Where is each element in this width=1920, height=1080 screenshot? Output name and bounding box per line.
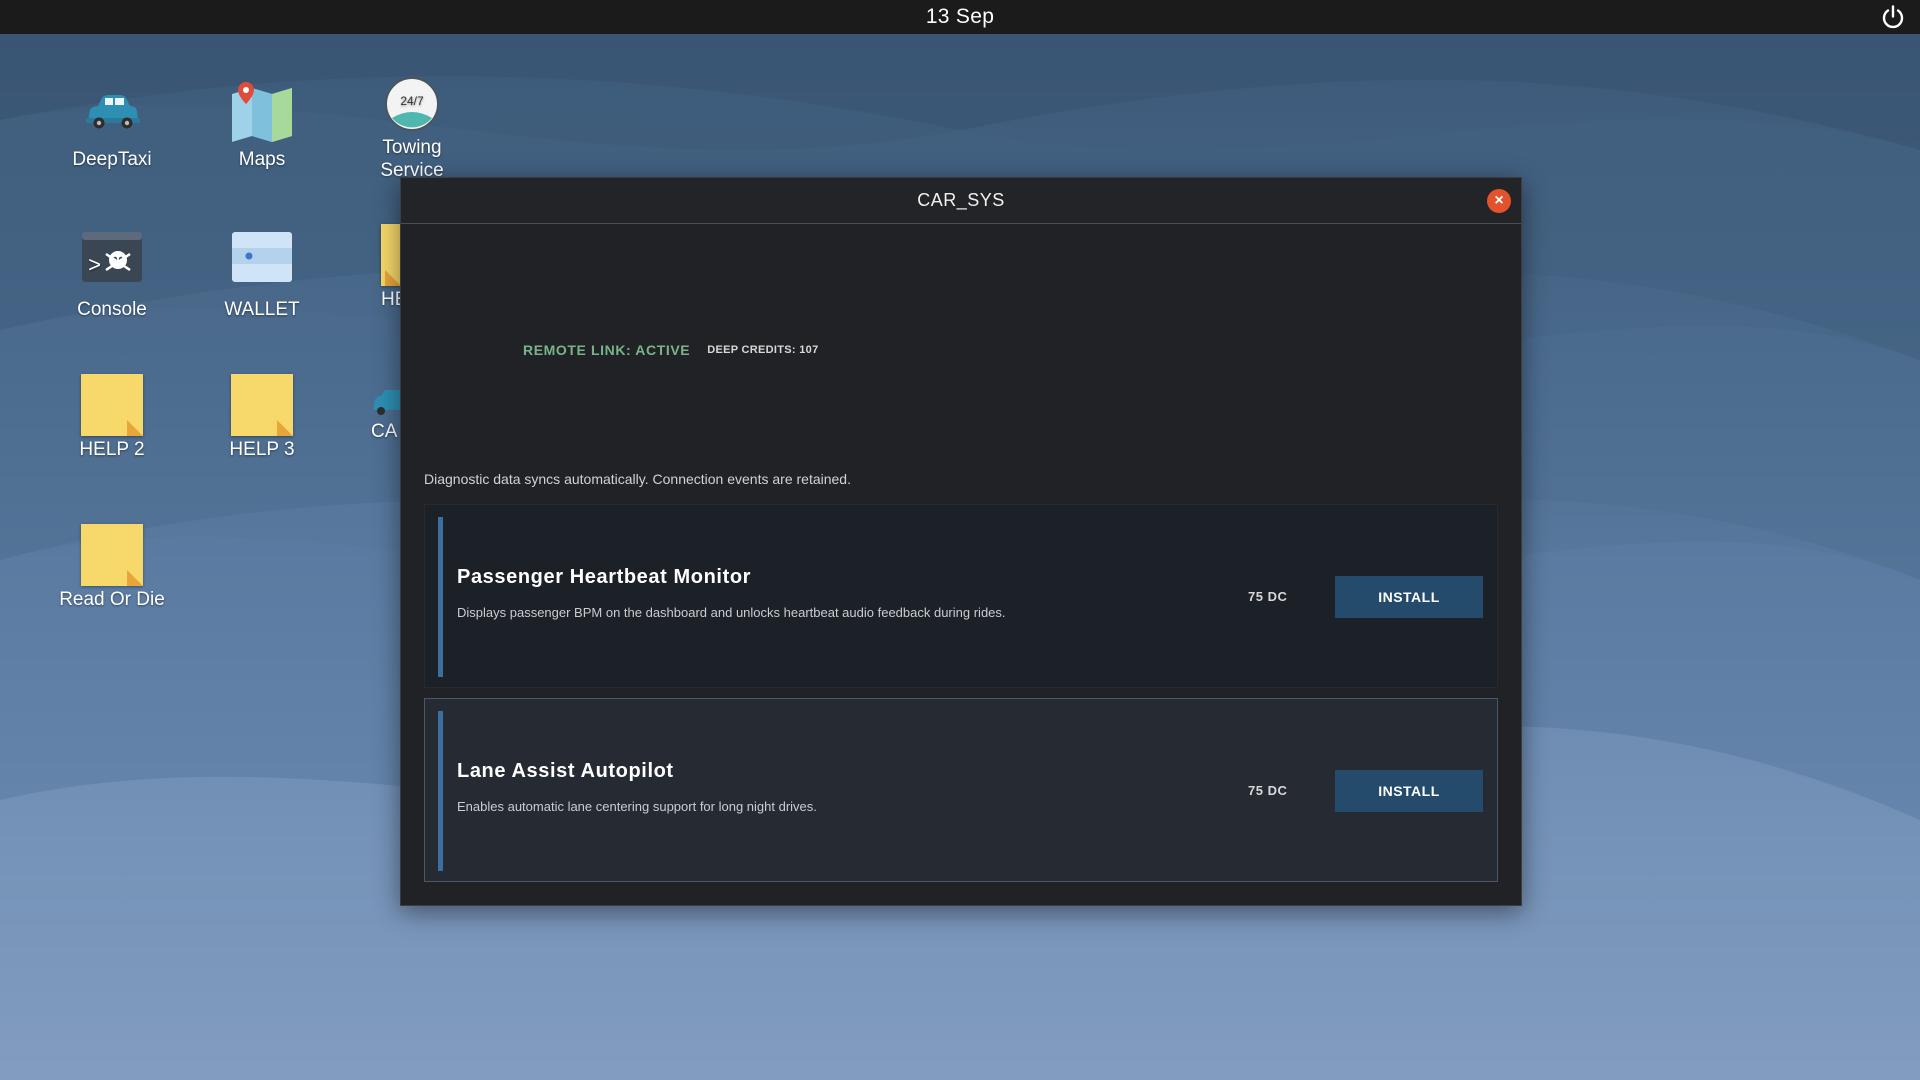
car-sys-window: CAR_SYS × REMOTE LINK: ACTIVE DEEP CREDI… [400, 177, 1522, 906]
map-icon [230, 80, 294, 144]
module-name: Lane Assist Autopilot [457, 760, 674, 782]
desktop-icon-read-or-die[interactable]: Read Or Die [37, 524, 187, 611]
desktop-icon-label: Towing Service [380, 137, 444, 181]
date-display: 13 Sep [925, 5, 995, 28]
desktop-icon-he[interactable]: HE [337, 224, 407, 311]
top-bar: 13 Sep [0, 0, 1920, 34]
power-icon[interactable] [1880, 4, 1906, 30]
desktop-icon-maps[interactable]: Maps [187, 80, 337, 171]
card-accent-bar [438, 517, 443, 677]
module-name: Passenger Heartbeat Monitor [457, 566, 752, 588]
desktop-icon-label: DeepTaxi [72, 149, 152, 170]
svg-text:>: > [88, 254, 101, 279]
desktop-icon-wallet[interactable]: WALLET [187, 230, 337, 321]
desktop-icon-label: HELP 3 [229, 439, 295, 460]
note-icon [81, 524, 143, 586]
desktop-icon-label: Maps [238, 149, 286, 170]
deep-credits-balance: DEEP CREDITS: 107 [707, 344, 819, 356]
remote-link-status: REMOTE LINK: ACTIVE [523, 342, 691, 358]
module-card-heartbeat-monitor: Passenger Heartbeat Monitor Displays pas… [424, 504, 1498, 688]
window-titlebar[interactable]: CAR_SYS × [401, 178, 1521, 224]
svg-text:24/7: 24/7 [400, 94, 424, 108]
desktop-icon-towing-service[interactable]: 24/7 Towing Service [337, 76, 487, 182]
module-description: Displays passenger BPM on the dashboard … [457, 605, 1006, 620]
sync-note: Diagnostic data syncs automatically. Con… [424, 471, 851, 487]
module-price: 75 DC [1248, 589, 1288, 604]
card-accent-bar [438, 711, 443, 871]
wallet-icon [230, 230, 294, 294]
desktop-icon-label: Read Or Die [59, 589, 165, 610]
car-icon [371, 384, 401, 418]
note-icon [381, 224, 401, 286]
desktop-icon-deeptaxi[interactable]: DeepTaxi [37, 80, 187, 171]
desktop-icon-label: WALLET [224, 299, 300, 320]
window-title: CAR_SYS [917, 190, 1005, 210]
clock-24-7-icon: 24/7 [384, 76, 440, 132]
module-price: 75 DC [1248, 783, 1288, 798]
note-icon [81, 374, 143, 436]
install-button[interactable]: INSTALL [1335, 770, 1483, 812]
status-row: REMOTE LINK: ACTIVE DEEP CREDITS: 107 [523, 342, 818, 358]
desktop-icon-console[interactable]: > Console [37, 230, 187, 321]
module-description: Enables automatic lane centering support… [457, 799, 817, 814]
close-button[interactable]: × [1487, 189, 1511, 213]
note-icon [231, 374, 293, 436]
desktop-icon-label: Console [77, 299, 147, 320]
module-card-lane-assist: Lane Assist Autopilot Enables automatic … [424, 698, 1498, 882]
desktop-icon-label: HELP 2 [79, 439, 145, 460]
install-button[interactable]: INSTALL [1335, 576, 1483, 618]
desktop-icon-ca[interactable]: CA [337, 384, 407, 443]
close-icon: × [1494, 192, 1504, 209]
desktop-icon-help-2[interactable]: HELP 2 [37, 374, 187, 461]
desktop-icon-help-3[interactable]: HELP 3 [187, 374, 337, 461]
console-skull-icon: > [80, 230, 144, 294]
taxi-car-icon [80, 80, 144, 144]
